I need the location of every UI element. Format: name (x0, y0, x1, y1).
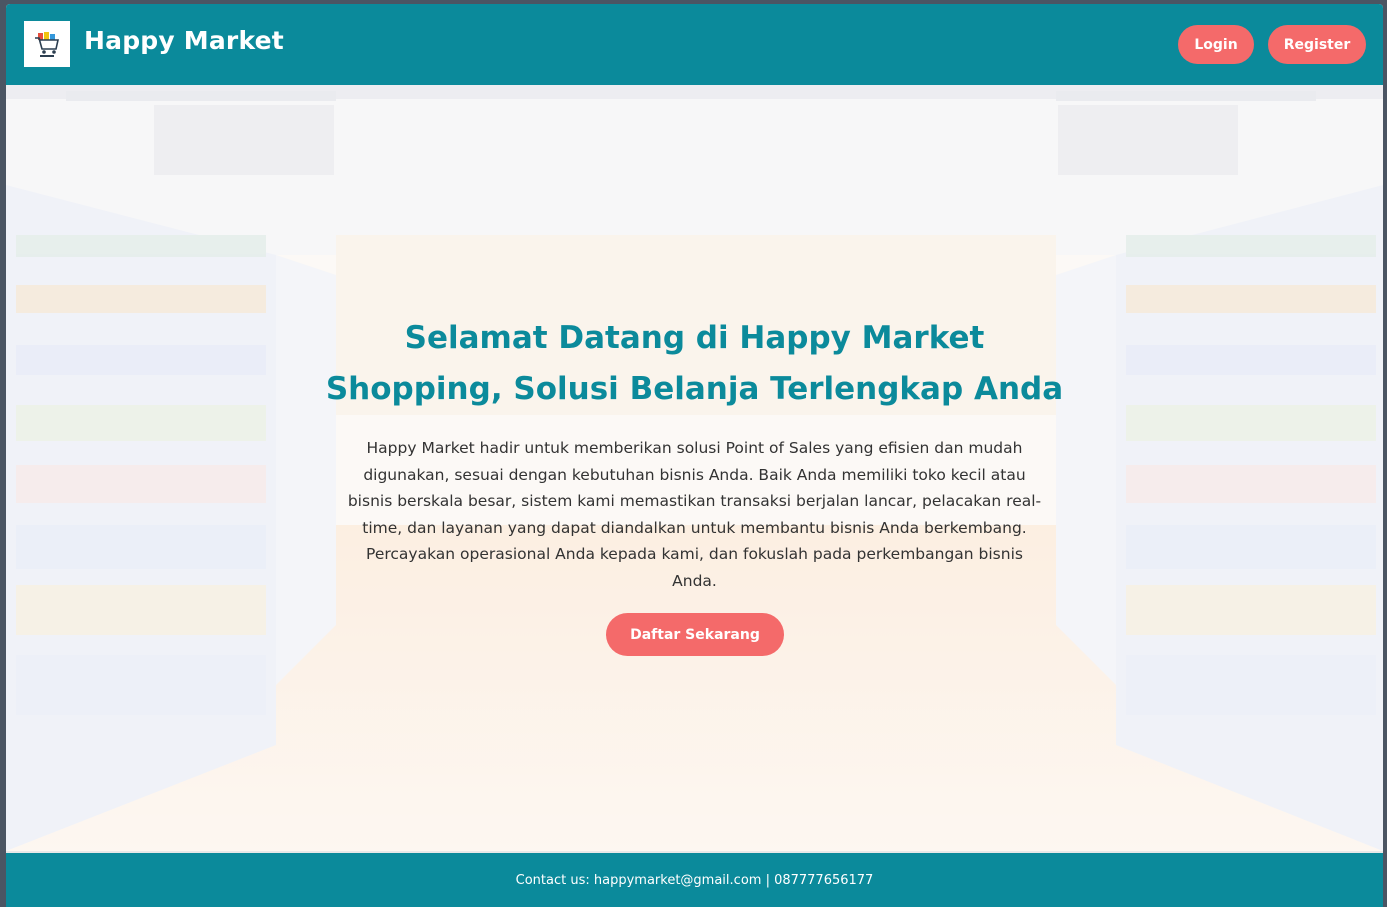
brand-name[interactable]: Happy Market (84, 26, 284, 55)
login-button[interactable]: Login (1178, 25, 1254, 64)
footer-contact: Contact us: happymarket@gmail.com | 0877… (515, 872, 874, 888)
hero-section: Selamat Datang di Happy Market Shopping,… (6, 85, 1383, 851)
brand-logo[interactable] (24, 21, 70, 67)
hero-description: Happy Market hadir untuk memberikan solu… (347, 439, 1042, 590)
register-now-button[interactable]: Daftar Sekarang (606, 613, 784, 656)
register-button[interactable]: Register (1268, 25, 1366, 64)
hero-content: Selamat Datang di Happy Market Shopping,… (6, 313, 1383, 595)
shopping-cart-logo-icon (35, 32, 59, 57)
footer: Contact us: happymarket@gmail.com | 0877… (6, 851, 1383, 907)
navbar: Happy Market Login Register (6, 4, 1383, 85)
app-window: Happy Market Login Register Selamat Data… (6, 4, 1383, 907)
hero-title: Selamat Datang di Happy Market Shopping,… (325, 320, 1064, 407)
